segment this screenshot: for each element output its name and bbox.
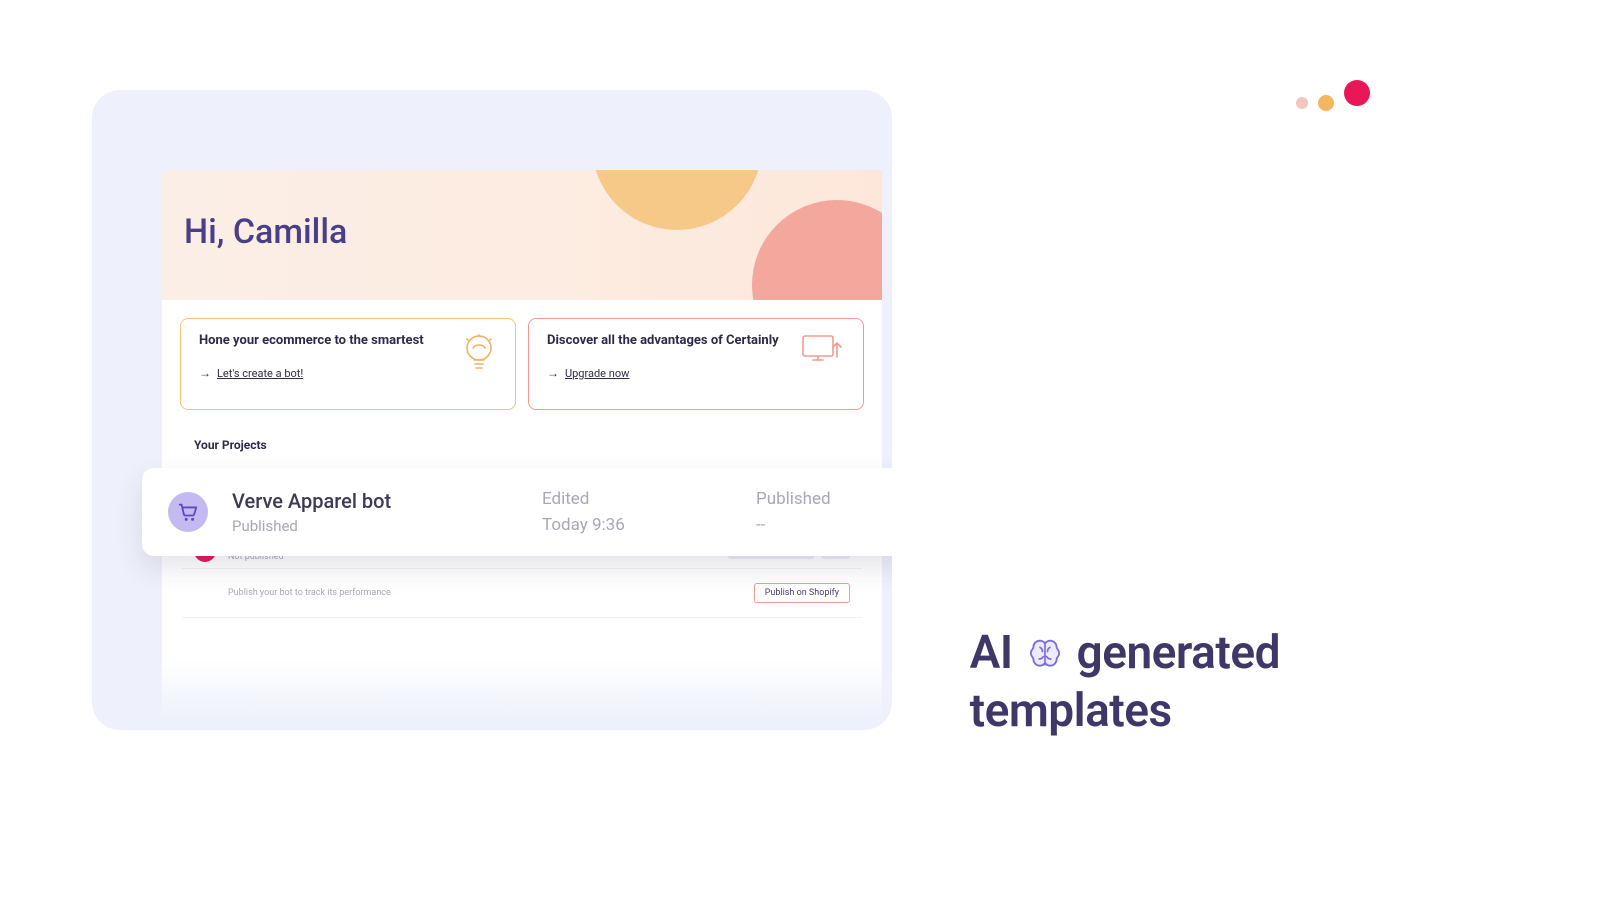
brand-dots — [1296, 90, 1370, 116]
create-bot-link[interactable]: → Let's create a bot! — [199, 366, 303, 380]
hero-circle-icon — [752, 200, 882, 300]
publish-hint-text: Publish your bot to track its performanc… — [228, 588, 754, 598]
promo-title: Discover all the advantages of Certainly — [547, 333, 779, 348]
dashboard-panel: Hi, Camilla Hone your ecommerce to the s… — [162, 170, 882, 730]
project-row-highlight[interactable]: Verve Apparel bot Published Edited Today… — [142, 468, 892, 556]
lightbulb-icon — [461, 333, 497, 375]
brain-icon — [1025, 634, 1065, 674]
cart-icon — [177, 501, 199, 523]
tagline-word-generated: generated — [1077, 625, 1280, 683]
edited-label: Edited — [542, 489, 732, 509]
upgrade-link[interactable]: → Upgrade now — [547, 366, 629, 380]
dot-medium-icon — [1318, 95, 1334, 111]
greeting-title: Hi, Camilla — [184, 212, 347, 252]
promo-upgrade[interactable]: Discover all the advantages of Certainly… — [528, 318, 864, 410]
published-label: Published — [756, 489, 892, 509]
tagline-word-ai: AI — [970, 625, 1013, 683]
publish-shopify-button[interactable]: Publish on Shopify — [754, 583, 850, 603]
dot-small-icon — [1296, 97, 1308, 109]
dot-large-icon — [1344, 80, 1370, 106]
promo-title: Hone your ecommerce to the smartest — [199, 333, 424, 348]
arrow-right-icon: → — [547, 366, 559, 380]
arrow-right-icon: → — [199, 366, 211, 380]
project-name: Verve Apparel bot — [232, 489, 518, 513]
monitor-upgrade-icon — [801, 333, 845, 365]
tagline: AI generated templates — [970, 625, 1280, 740]
publish-hint-row: Publish your bot to track its performanc… — [182, 569, 862, 618]
project-avatar-icon — [168, 492, 208, 532]
hero-circle-icon — [592, 170, 762, 230]
project-status: Published — [232, 517, 518, 535]
tagline-word-templates: templates — [970, 683, 1280, 741]
hero-banner: Hi, Camilla — [162, 170, 882, 300]
edited-value: Today 9:36 — [542, 515, 732, 535]
projects-heading: Your Projects — [162, 410, 882, 458]
promo-create-bot[interactable]: Hone your ecommerce to the smartest → Le… — [180, 318, 516, 410]
published-value: -- — [756, 515, 892, 535]
dashboard-card: Hi, Camilla Hone your ecommerce to the s… — [92, 90, 892, 730]
